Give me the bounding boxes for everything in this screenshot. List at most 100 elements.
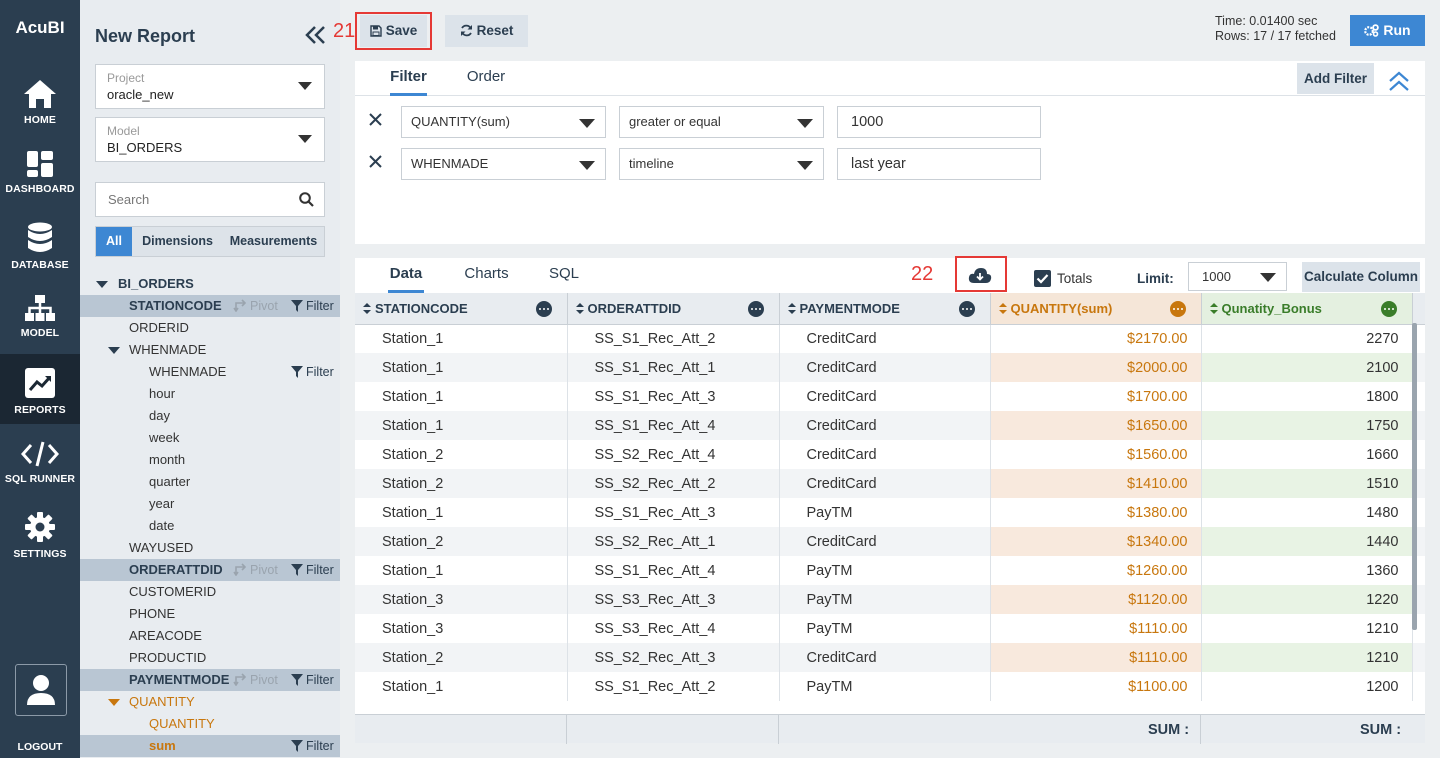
table-row[interactable]: Station_1 SS_S1_Rec_Att_4 PayTM $1260.00 136… xyxy=(355,556,1425,585)
table-row[interactable]: Station_1 SS_S1_Rec_Att_2 PayTM $1100.00 120… xyxy=(355,672,1425,701)
filter-action[interactable]: Filter xyxy=(291,295,334,317)
user-avatar[interactable] xyxy=(15,664,67,716)
pivot-action[interactable]: Pivot xyxy=(233,669,278,691)
filter-action[interactable]: Filter xyxy=(291,361,334,383)
tab-sql[interactable]: SQL xyxy=(549,259,579,293)
calculate-column-button[interactable]: Calculate Column xyxy=(1302,262,1420,292)
tree-field-customerid[interactable]: CUSTOMERID xyxy=(80,581,340,603)
tree-field-orderattdid[interactable]: ORDERATTDID Pivot Filter xyxy=(80,559,340,581)
tree-field-date[interactable]: date xyxy=(80,515,340,537)
segment-measurements[interactable]: Measurements xyxy=(223,227,324,256)
column-header-stationcode[interactable]: STATIONCODE xyxy=(355,293,568,325)
tree-field-stationcode[interactable]: STATIONCODE Pivot Filter xyxy=(80,295,340,317)
tree-group-whenmade[interactable]: WHENMADE xyxy=(80,339,340,361)
limit-select[interactable]: 1000 xyxy=(1188,262,1287,291)
nav-database[interactable]: DATABASE xyxy=(0,222,80,278)
table-row[interactable]: Station_3 SS_S3_Rec_Att_4 PayTM $1110.00 121… xyxy=(355,614,1425,643)
save-button[interactable]: Save xyxy=(360,15,427,47)
table-row[interactable]: Station_2 SS_S2_Rec_Att_1 CreditCard $1340.… xyxy=(355,527,1425,556)
caret-down-icon xyxy=(96,281,108,288)
table-row[interactable]: Station_2 SS_S2_Rec_Att_4 CreditCard $1560.… xyxy=(355,440,1425,469)
column-menu-icon[interactable] xyxy=(535,301,552,317)
totals-checkbox[interactable] xyxy=(1034,270,1051,287)
segment-all[interactable]: All xyxy=(96,227,132,256)
table-row[interactable]: Station_1 SS_S1_Rec_Att_3 CreditCard $1700.… xyxy=(355,382,1425,411)
filter-1-value-input[interactable]: 1000 xyxy=(837,106,1041,138)
add-filter-button[interactable]: Add Filter xyxy=(1297,63,1374,94)
tree-field-week[interactable]: week xyxy=(80,427,340,449)
nav-reports[interactable]: REPORTS xyxy=(0,354,80,424)
filter-action[interactable]: Filter xyxy=(291,735,334,757)
table-row[interactable]: Station_1 SS_S1_Rec_Att_1 CreditCard $2000.… xyxy=(355,353,1425,382)
table-row[interactable]: Station_2 SS_S2_Rec_Att_3 CreditCard $1110.… xyxy=(355,643,1425,672)
tree-field-productid[interactable]: PRODUCTID xyxy=(80,647,340,669)
tree-field-orderid[interactable]: ORDERID xyxy=(80,317,340,339)
tree-field-wayused[interactable]: WAYUSED xyxy=(80,537,340,559)
table-cell: CreditCard xyxy=(779,643,991,672)
grid-scrollbar[interactable] xyxy=(1412,323,1417,630)
tab-data[interactable]: Data xyxy=(388,259,424,293)
reset-button[interactable]: Reset xyxy=(445,15,528,47)
tab-order[interactable]: Order xyxy=(465,62,507,96)
column-header-quantity-sum[interactable]: QUANTITY(sum) xyxy=(990,293,1202,325)
project-select[interactable]: Project oracle_new xyxy=(95,64,325,109)
column-menu-icon[interactable] xyxy=(747,301,764,317)
tree-measure-quantity[interactable]: QUANTITY xyxy=(80,713,340,735)
search-icon[interactable] xyxy=(299,192,314,207)
collapse-filter-button[interactable] xyxy=(1388,70,1410,92)
filter-2-field-select[interactable]: WHENMADE xyxy=(401,148,606,180)
table-row[interactable]: Station_1 SS_S1_Rec_Att_4 CreditCard $1650.… xyxy=(355,411,1425,440)
tab-filter[interactable]: Filter xyxy=(390,62,427,96)
tree-group-quantity[interactable]: QUANTITY xyxy=(80,691,340,713)
filter-2-operator-select[interactable]: timeline xyxy=(619,148,824,180)
column-menu-icon[interactable] xyxy=(1380,301,1397,317)
model-select[interactable]: Model BI_ORDERS xyxy=(95,117,325,162)
table-cell: Station_1 xyxy=(355,556,568,585)
tree-field-areacode[interactable]: AREACODE xyxy=(80,625,340,647)
column-header-orderattdid[interactable]: ORDERATTDID xyxy=(567,293,780,325)
tree-field-month[interactable]: month xyxy=(80,449,340,471)
download-button[interactable] xyxy=(968,266,992,284)
filter-2-value-input[interactable]: last year xyxy=(837,148,1041,180)
remove-filter-2[interactable] xyxy=(369,155,382,168)
filter-1-field-select[interactable]: QUANTITY(sum) xyxy=(401,106,606,138)
tree-field-hour[interactable]: hour xyxy=(80,383,340,405)
scroll-spacer xyxy=(1412,672,1425,701)
nav-dashboard[interactable]: DASHBOARD xyxy=(0,150,80,200)
remove-filter-1[interactable] xyxy=(369,113,382,126)
filter-1-operator-select[interactable]: greater or equal xyxy=(619,106,824,138)
tree-field-whenmade[interactable]: WHENMADE Filter xyxy=(80,361,340,383)
pivot-action[interactable]: Pivot xyxy=(233,295,278,317)
column-header-paymentmode[interactable]: PAYMENTMODE xyxy=(779,293,991,325)
table-row[interactable]: Station_1 SS_S1_Rec_Att_2 CreditCard $2170.… xyxy=(355,324,1425,353)
tree-table-bi-orders[interactable]: BI_ORDERS xyxy=(80,273,340,295)
collapse-sidebar-button[interactable] xyxy=(305,25,327,45)
nav-home[interactable]: HOME xyxy=(0,79,80,131)
column-header-qunatity-bonus[interactable]: Qunatity_Bonus xyxy=(1201,293,1413,325)
nav-settings[interactable]: SETTINGS xyxy=(0,511,80,567)
tree-field-day[interactable]: day xyxy=(80,405,340,427)
nav-sql-runner[interactable]: SQL RUNNER xyxy=(0,440,80,488)
filter-1-operator-value: greater or equal xyxy=(629,114,721,129)
run-button[interactable]: Run xyxy=(1350,15,1425,46)
table-row[interactable]: Station_3 SS_S3_Rec_Att_3 PayTM $1120.00 122… xyxy=(355,585,1425,614)
tab-charts[interactable]: Charts xyxy=(462,259,511,293)
column-menu-icon[interactable] xyxy=(1169,301,1186,317)
pivot-action[interactable]: Pivot xyxy=(233,559,278,581)
logout-link[interactable]: LOGOUT xyxy=(0,741,80,753)
search-input[interactable] xyxy=(96,183,286,216)
filter-action[interactable]: Filter xyxy=(291,559,334,581)
table-row[interactable]: Station_1 SS_S1_Rec_Att_3 PayTM $1380.00 148… xyxy=(355,498,1425,527)
filter-action[interactable]: Filter xyxy=(291,669,334,691)
tree-field-phone[interactable]: PHONE xyxy=(80,603,340,625)
nav-model[interactable]: MODEL xyxy=(0,294,80,346)
tree-field-year[interactable]: year xyxy=(80,493,340,515)
table-row[interactable]: Station_2 SS_S2_Rec_Att_2 CreditCard $1410.… xyxy=(355,469,1425,498)
tree-field-paymentmode[interactable]: PAYMENTMODE Pivot Filter xyxy=(80,669,340,691)
nav-home-label: HOME xyxy=(24,114,56,126)
tree-field-quarter[interactable]: quarter xyxy=(80,471,340,493)
column-menu-icon[interactable] xyxy=(958,301,975,317)
segment-dimensions[interactable]: Dimensions xyxy=(132,227,223,256)
brand-logo[interactable]: AcuBI xyxy=(0,18,80,38)
tree-measure-sum[interactable]: sum Filter xyxy=(80,735,340,757)
